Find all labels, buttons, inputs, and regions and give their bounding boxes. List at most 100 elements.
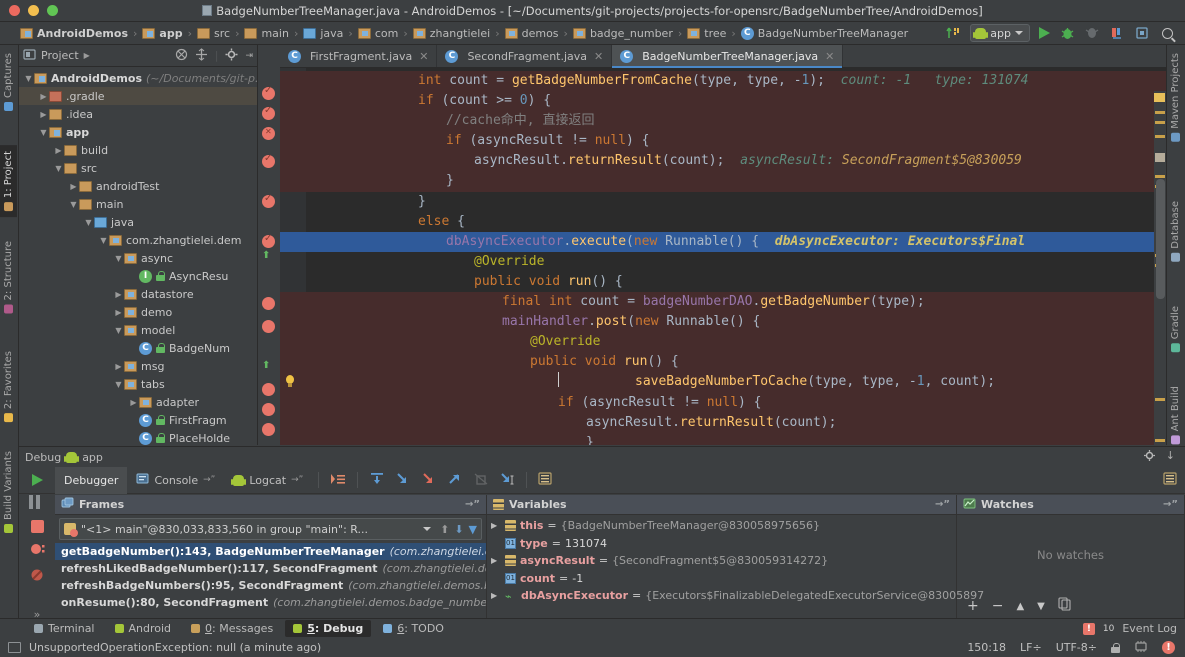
collapse-all-icon[interactable]: [175, 48, 188, 64]
variable-row[interactable]: 01 type = 131074: [487, 535, 956, 553]
tool-window-button-6-todo[interactable]: 6: TODO: [375, 620, 452, 637]
variable-row[interactable]: 01 count = -1: [487, 570, 956, 588]
breakpoint[interactable]: [262, 403, 275, 416]
watches-toolbar[interactable]: + − ▲ ▼: [957, 596, 1184, 616]
code-line[interactable]: else {: [280, 212, 1166, 232]
add-watch-icon[interactable]: +: [967, 598, 979, 614]
editor-tab-bar[interactable]: C FirstFragment.java ✕ C SecondFragment.java…: [280, 45, 1166, 68]
tree-node-demo[interactable]: ▶ demo: [19, 303, 257, 321]
variable-row[interactable]: ▶ ⌁ dbAsyncExecutor = {Executors$Finalizable…: [487, 587, 984, 605]
maximize-window-button[interactable]: [47, 5, 58, 16]
breadcrumb-item-badge-number[interactable]: badge_number: [572, 27, 673, 40]
tree-node-model[interactable]: ▼ model: [19, 321, 257, 339]
editor-analysis-strip[interactable]: [1154, 91, 1166, 445]
evaluate-expression-icon[interactable]: [533, 472, 557, 488]
chevron-down-icon[interactable]: ▼: [23, 74, 34, 83]
step-into-icon[interactable]: [390, 472, 416, 489]
step-over-icon[interactable]: [364, 472, 390, 489]
code-line[interactable]: @Override: [280, 252, 1166, 272]
tool-window-button-database[interactable]: Database: [1167, 195, 1184, 268]
tool-window-button-terminal[interactable]: Terminal: [26, 620, 103, 637]
code-line[interactable]: saveBadgeNumberToCache(type, type, -1, c…: [280, 372, 1166, 393]
source-code[interactable]: int count = getBadgeNumberFromCache(type…: [280, 68, 1166, 445]
expand-chevron-icon[interactable]: ▶: [491, 521, 501, 530]
step-out-icon[interactable]: [442, 472, 468, 489]
editor-code-area[interactable]: int count = getBadgeNumberFromCache(type…: [280, 68, 1166, 445]
breakpoint[interactable]: [262, 383, 275, 396]
breadcrumb-item-com[interactable]: com: [357, 27, 398, 40]
code-line[interactable]: }: [280, 192, 1166, 212]
status-message[interactable]: UnsupportedOperationException: null (a m…: [29, 641, 321, 654]
tree-node--gradle[interactable]: ▶ .gradle: [19, 87, 257, 105]
tool-window-button-android[interactable]: Android: [107, 620, 180, 637]
code-line[interactable]: if (count >= 0) {: [280, 91, 1166, 112]
frame-row[interactable]: onResume():80, SecondFragment (com.zhangt…: [55, 594, 486, 611]
breadcrumb-item-main[interactable]: main: [244, 27, 289, 40]
breakpoint[interactable]: [262, 423, 275, 436]
variable-row[interactable]: ▶ this = {BadgeNumberTreeManager@8300589756…: [487, 517, 956, 535]
run-icon[interactable]: [1039, 27, 1050, 39]
tree-node-firstfragm[interactable]: C FirstFragm: [19, 411, 257, 429]
event-log-area[interactable]: ! 10 Event Log: [1082, 622, 1185, 635]
tree-node-src[interactable]: ▼ src: [19, 159, 257, 177]
editor-tab-badgenumbertreemanager-java[interactable]: C BadgeNumberTreeManager.java ✕: [612, 45, 844, 68]
chevron-down-icon[interactable]: ▼: [68, 200, 79, 209]
tree-node-asyncresu[interactable]: I AsyncResu: [19, 267, 257, 285]
caret-position[interactable]: 150:18: [967, 641, 1006, 654]
breakpoint-disabled[interactable]: [262, 127, 275, 140]
tree-node-badgenum[interactable]: C BadgeNum: [19, 339, 257, 357]
frames-list[interactable]: getBadgeNumber():143, BadgeNumberTreeMan…: [55, 543, 486, 611]
code-line[interactable]: public void run() {: [280, 352, 1166, 373]
mute-breakpoints-icon[interactable]: [30, 568, 44, 585]
variable-row[interactable]: ▶ asyncResult = {SecondFragment$5@830059314…: [487, 552, 956, 570]
code-line[interactable]: if (asyncResult != null) {: [280, 392, 1166, 413]
settings-layout-icon[interactable]: [1163, 472, 1185, 488]
chevron-down-icon[interactable]: ▼: [113, 326, 124, 335]
search-everywhere-icon[interactable]: [1159, 25, 1175, 41]
debugger-tab-bar[interactable]: Debugger Console →ˮ Logcat →ˮ: [19, 466, 1185, 494]
tree-node-build[interactable]: ▶ build: [19, 141, 257, 159]
breadcrumb-item-badgenumbertreemanager[interactable]: C BadgeNumberTreeManager: [740, 26, 908, 40]
settings-gear-icon[interactable]: [225, 48, 238, 64]
tree-node-main[interactable]: ▼ main: [19, 195, 257, 213]
detach-icon[interactable]: →ˮ: [465, 499, 480, 510]
file-encoding[interactable]: UTF-8÷: [1056, 641, 1097, 654]
editor-tab-secondfragment-java[interactable]: C SecondFragment.java ✕: [437, 45, 613, 67]
move-down-icon[interactable]: ▼: [1037, 601, 1045, 612]
tool-window-button-ant-build[interactable]: Ant Build: [1167, 380, 1184, 450]
close-icon[interactable]: ✕: [825, 50, 834, 63]
implements-marker-icon[interactable]: ⬆: [262, 360, 274, 372]
tree-node-msg[interactable]: ▶ msg: [19, 357, 257, 375]
detach-icon[interactable]: →ˮ: [291, 475, 303, 485]
chevron-right-icon[interactable]: ▶: [128, 398, 139, 407]
breakpoint-verified[interactable]: [262, 193, 275, 208]
tool-window-button-maven-projects[interactable]: Maven Projects: [1167, 47, 1184, 148]
tree-node-async[interactable]: ▼ async: [19, 249, 257, 267]
detach-icon[interactable]: →ˮ: [935, 499, 950, 510]
tree-node-com-zhangtielei-dem[interactable]: ▼ com.zhangtielei.dem: [19, 231, 257, 249]
project-view-chevron-icon[interactable]: ▶: [84, 51, 90, 60]
breadcrumb-item-tree[interactable]: tree: [687, 27, 726, 40]
coverage-icon[interactable]: [1084, 25, 1100, 41]
frame-row[interactable]: refreshBadgeNumbers():95, SecondFragment…: [55, 577, 486, 594]
tool-window-button-0-messages[interactable]: 0: Messages: [183, 620, 281, 637]
run-configuration-selector[interactable]: app: [970, 24, 1030, 42]
chevron-right-icon[interactable]: ▶: [113, 308, 124, 317]
debug-icon[interactable]: [1059, 25, 1075, 41]
code-line[interactable]: @Override: [280, 332, 1166, 353]
code-line[interactable]: final int count = badgeNumberDAO.getBadg…: [280, 292, 1166, 313]
hide-icon[interactable]: ⇥: [245, 51, 253, 61]
expand-chevron-icon[interactable]: ▶: [491, 556, 501, 565]
force-step-into-icon[interactable]: [416, 472, 442, 489]
breakpoint[interactable]: [262, 297, 275, 310]
expand-all-icon[interactable]: [195, 47, 208, 64]
sync-gradle-icon[interactable]: [945, 25, 961, 41]
code-line[interactable]: public void run() {: [280, 272, 1166, 292]
chevron-down-icon[interactable]: ▼: [113, 380, 124, 389]
breakpoint-verified[interactable]: [262, 105, 275, 120]
breadcrumb-item-java[interactable]: java: [303, 27, 343, 40]
breakpoint-verified[interactable]: [262, 233, 275, 248]
tree-node-java[interactable]: ▼ java: [19, 213, 257, 231]
chevron-right-icon[interactable]: ▶: [38, 92, 49, 101]
debug-control-toolbar[interactable]: »: [19, 467, 55, 628]
